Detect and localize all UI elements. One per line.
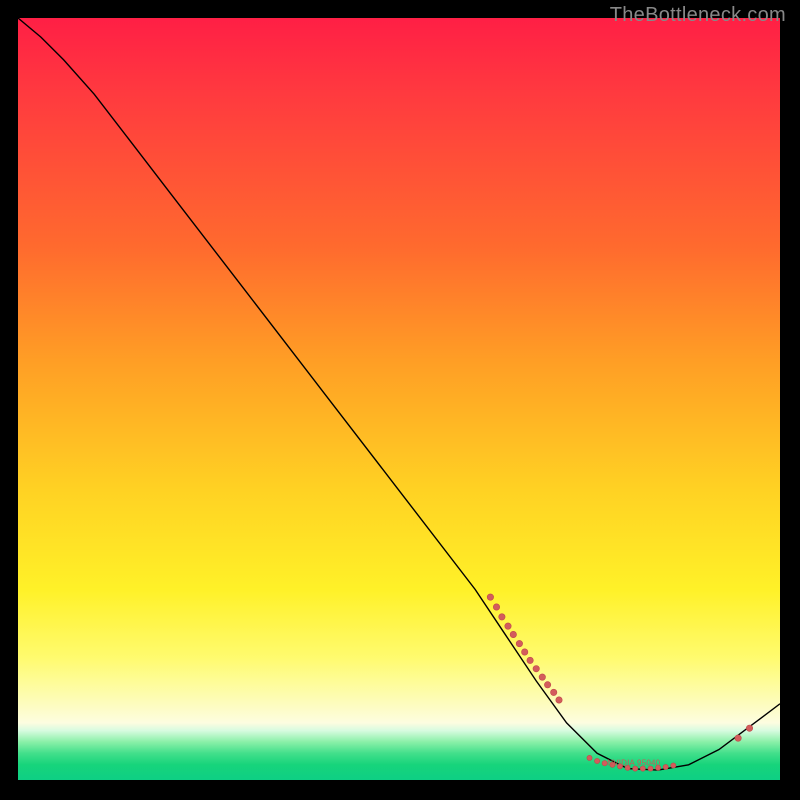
data-point — [510, 631, 516, 637]
data-point — [544, 682, 550, 688]
point-label: NVIDIA 95040 — [607, 759, 660, 768]
data-point — [499, 614, 505, 620]
data-point — [505, 623, 511, 629]
data-point — [671, 763, 676, 768]
chart-stage: NVIDIA 95040 TheBottleneck.com — [0, 0, 800, 800]
bottleneck-curve — [18, 18, 780, 770]
data-point — [587, 755, 592, 760]
data-point — [533, 666, 539, 672]
data-point — [595, 758, 600, 763]
watermark-text: TheBottleneck.com — [610, 4, 786, 27]
data-point — [539, 674, 545, 680]
chart-overlay: NVIDIA 95040 — [18, 18, 780, 780]
scatter-pair-right — [735, 725, 753, 741]
data-point — [493, 604, 499, 610]
data-point — [556, 697, 562, 703]
heatmap-background: NVIDIA 95040 — [18, 18, 780, 780]
data-point — [551, 689, 557, 695]
data-point — [527, 657, 533, 663]
scatter-cluster-descending — [487, 594, 562, 703]
data-point — [735, 735, 741, 741]
data-point — [516, 640, 522, 646]
data-point — [746, 725, 752, 731]
data-point — [663, 764, 668, 769]
data-point — [487, 594, 493, 600]
data-point — [522, 649, 528, 655]
